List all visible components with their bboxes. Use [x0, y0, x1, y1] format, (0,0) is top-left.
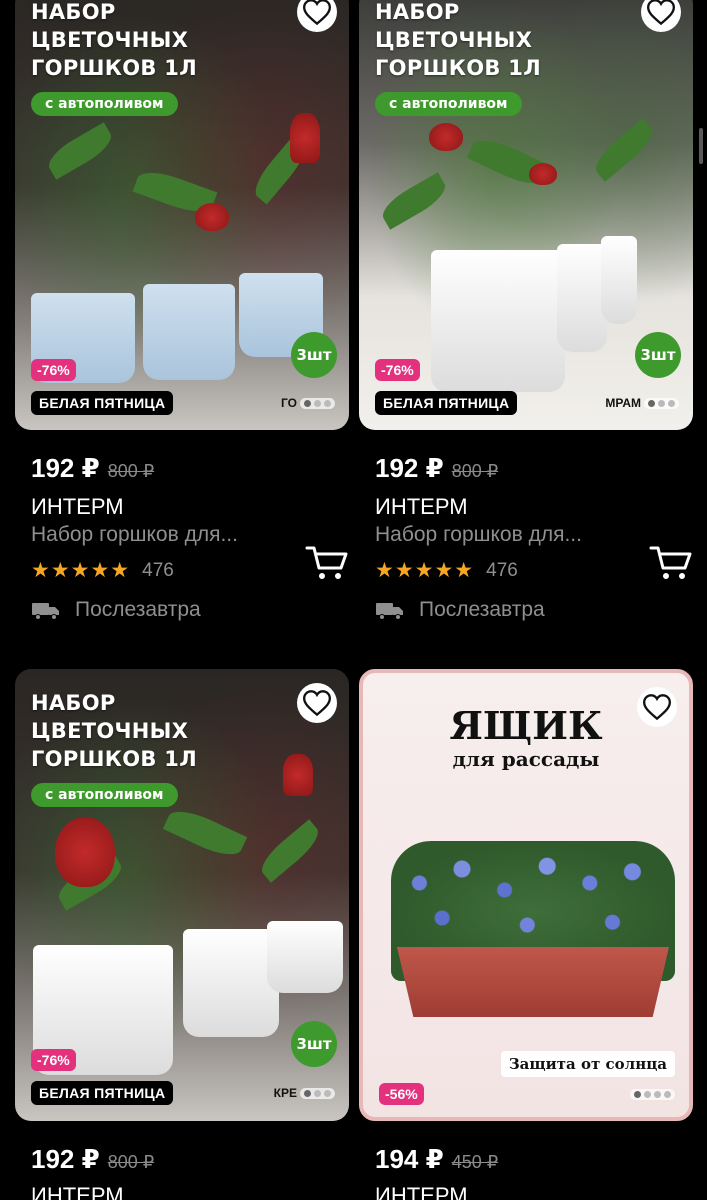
- carousel-dots[interactable]: [300, 397, 335, 409]
- rating[interactable]: ★★★★★ 476: [375, 558, 518, 583]
- review-count: 476: [486, 559, 518, 581]
- seedling-box: [397, 947, 669, 1017]
- product-grid: НАБОР ЦВЕТОЧНЫХ ГОРШКОВ 1л с автополивом…: [0, 0, 707, 1200]
- product-image[interactable]: НАБОР ЦВЕТОЧНЫХ ГОРШКОВ 1л с автополивом…: [15, 669, 349, 1121]
- flower-pot: [431, 250, 565, 392]
- old-price: 800 ₽: [451, 461, 499, 481]
- scrollbar[interactable]: [699, 128, 703, 164]
- delivery-text: Послезавтра: [419, 598, 545, 621]
- material-text: МРАМ: [605, 396, 641, 410]
- box-subtitle: для рассады: [452, 747, 600, 771]
- product-card[interactable]: НАБОР ЦВЕТОЧНЫХ ГОРШКОВ 1л с автополивом…: [15, 669, 349, 1200]
- material-label: КРЕ: [274, 1086, 335, 1100]
- carousel-dots[interactable]: [630, 1089, 675, 1100]
- delivery-info: Послезавтра: [375, 598, 545, 622]
- plant-leaf: [43, 122, 117, 180]
- price-row: 192 ₽ 800 ₽: [31, 453, 154, 484]
- product-image[interactable]: ЯЩИК для рассады Защита от солнца -56%: [359, 669, 693, 1121]
- carousel-dots[interactable]: [300, 1087, 335, 1099]
- current-price: 192 ₽: [375, 453, 444, 483]
- plant-leaf: [377, 172, 451, 230]
- old-price: 450 ₽: [451, 1152, 499, 1172]
- promo-title: НАБОР ЦВЕТОЧНЫХ ГОРШКОВ 1л: [375, 0, 541, 80]
- quantity-badge: 3шт: [635, 332, 681, 378]
- product-card[interactable]: НАБОР ЦВЕТОЧНЫХ ГОРШКОВ 1л с автополивом…: [359, 0, 693, 640]
- product-image[interactable]: НАБОР ЦВЕТОЧНЫХ ГОРШКОВ 1л с автополивом…: [359, 0, 693, 430]
- old-price: 800 ₽: [107, 461, 155, 481]
- favorite-button[interactable]: [641, 0, 681, 32]
- product-card[interactable]: ЯЩИК для рассады Защита от солнца -56% 1…: [359, 669, 693, 1200]
- heart-icon: [643, 694, 671, 720]
- sale-tag: БЕЛАЯ ПЯТНИЦА: [375, 391, 518, 415]
- brand-name[interactable]: ИНТЕРМ: [375, 1183, 468, 1200]
- plant-leaf: [162, 803, 248, 863]
- material-label: МРАМ: [605, 396, 679, 410]
- discount-badge: -56%: [379, 1083, 424, 1105]
- box-caption: Защита от солнца: [500, 1051, 675, 1077]
- sale-tag: БЕЛАЯ ПЯТНИЦА: [31, 391, 174, 415]
- flower-pot: [601, 236, 637, 324]
- brand-name[interactable]: ИНТЕРМ: [375, 494, 468, 520]
- discount-badge: -76%: [31, 359, 76, 381]
- flower-pot: [267, 921, 343, 993]
- favorite-button[interactable]: [637, 687, 677, 727]
- discount-badge: -76%: [31, 1049, 76, 1071]
- promo-pill: с автополивом: [31, 92, 178, 116]
- review-count: 476: [142, 559, 174, 581]
- truck-icon: [32, 603, 59, 620]
- favorite-button[interactable]: [297, 0, 337, 32]
- material-text: КРЕ: [273, 1086, 297, 1100]
- rating-stars: ★★★★★: [31, 559, 131, 582]
- bromeliad-flower: [283, 754, 313, 796]
- add-to-cart-button[interactable]: [649, 542, 693, 582]
- current-price: 192 ₽: [31, 453, 100, 483]
- carousel-dots[interactable]: [644, 397, 679, 409]
- promo-pill: с автополивом: [31, 783, 178, 807]
- material-label: ГО: [281, 396, 335, 410]
- delivery-text: Послезавтра: [75, 598, 201, 621]
- current-price: 192 ₽: [31, 1144, 100, 1174]
- rating-stars: ★★★★★: [375, 559, 475, 582]
- product-card[interactable]: НАБОР ЦВЕТОЧНЫХ ГОРШКОВ 1л с автополивом…: [15, 0, 349, 640]
- promo-pill: с автополивом: [375, 92, 522, 116]
- old-price: 800 ₽: [107, 1152, 155, 1172]
- anthurium-flower: [429, 123, 463, 151]
- add-to-cart-button[interactable]: [305, 542, 349, 582]
- brand-name[interactable]: ИНТЕРМ: [31, 494, 124, 520]
- quantity-badge: 3шт: [291, 332, 337, 378]
- anthurium-flower: [55, 817, 115, 887]
- flower-pot: [183, 929, 279, 1037]
- truck-icon: [376, 603, 403, 620]
- flower-pot: [143, 284, 235, 380]
- rating[interactable]: ★★★★★ 476: [31, 558, 174, 583]
- product-image[interactable]: НАБОР ЦВЕТОЧНЫХ ГОРШКОВ 1л с автополивом…: [15, 0, 349, 430]
- material-label: [630, 1089, 675, 1100]
- quantity-badge: 3шт: [291, 1021, 337, 1067]
- favorite-button[interactable]: [297, 683, 337, 723]
- price-row: 194 ₽ 450 ₽: [375, 1144, 498, 1175]
- heart-icon: [647, 0, 675, 25]
- product-description[interactable]: Набор горшков для...: [31, 523, 238, 547]
- promo-title: НАБОР ЦВЕТОЧНЫХ ГОРШКОВ 1л: [31, 691, 197, 771]
- product-description[interactable]: Набор горшков для...: [375, 523, 582, 547]
- brand-name[interactable]: ИНТЕРМ: [31, 1183, 124, 1200]
- delivery-info: Послезавтра: [31, 598, 201, 622]
- sale-tag: БЕЛАЯ ПЯТНИЦА: [31, 1081, 174, 1105]
- material-text: ГО: [281, 396, 297, 410]
- plant-leaf: [255, 819, 325, 883]
- current-price: 194 ₽: [375, 1144, 444, 1174]
- anthurium-flower: [529, 163, 557, 185]
- discount-badge: -76%: [375, 359, 420, 381]
- bromeliad-flower: [290, 113, 320, 163]
- promo-title: НАБОР ЦВЕТОЧНЫХ ГОРШКОВ 1л: [31, 0, 197, 80]
- price-row: 192 ₽ 800 ₽: [375, 453, 498, 484]
- price-row: 192 ₽ 800 ₽: [31, 1144, 154, 1175]
- heart-icon: [303, 690, 331, 716]
- heart-icon: [303, 0, 331, 25]
- plant-leaf: [589, 118, 659, 182]
- anthurium-flower: [195, 203, 229, 231]
- flower-pot: [557, 244, 607, 352]
